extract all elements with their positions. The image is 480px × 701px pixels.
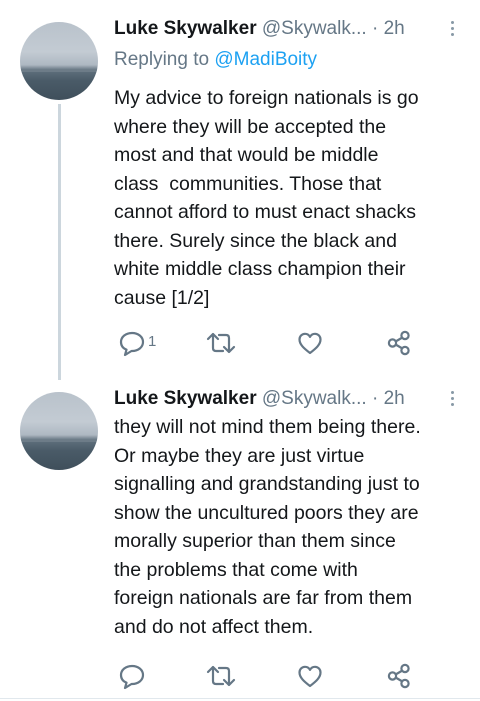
tweet-text-line: Or maybe they are just virtue xyxy=(114,444,365,467)
speech-bubble-icon xyxy=(119,664,145,690)
heart-outline-icon xyxy=(298,665,322,688)
avatar[interactable] xyxy=(20,392,98,470)
tweet[interactable]: Luke Skywalker @Skywalk... · 2h Replying… xyxy=(0,0,480,380)
tweet-text-line: and do not affect them. xyxy=(114,615,314,638)
retweet-button[interactable] xyxy=(204,661,238,691)
mention-link[interactable]: @MadiBoity xyxy=(214,49,317,70)
vertical-dots-icon[interactable] xyxy=(444,18,460,40)
tweet-text-line: there. Surely since the black and xyxy=(114,229,397,252)
tweet-text: they will not mind them being there. Or … xyxy=(114,413,470,641)
tweet-actions: 1 xyxy=(114,328,434,358)
reply-button[interactable]: 1 xyxy=(118,328,156,358)
tweet-text-line: My advice to foreign nationals is go xyxy=(114,87,419,109)
display-name[interactable]: Luke Skywalker xyxy=(114,18,257,39)
heart-outline-icon xyxy=(298,332,322,355)
tweet-actions xyxy=(114,661,434,691)
tweet-divider xyxy=(0,698,480,699)
vertical-dots-icon[interactable] xyxy=(444,388,460,410)
speech-bubble-icon xyxy=(119,331,145,357)
tweet-text-line: signalling and grandstanding just to xyxy=(114,473,420,495)
tweet[interactable]: Luke Skywalker @Skywalk... · 2h they wil… xyxy=(0,380,480,701)
tweet-text-line: foreign nationals are far from them xyxy=(114,587,413,609)
display-name[interactable]: Luke Skywalker xyxy=(114,388,257,409)
reply-count: 1 xyxy=(148,333,157,350)
user-handle[interactable]: @Skywalk... xyxy=(262,18,367,39)
tweet-text-line: where they will be accepted the xyxy=(114,115,387,138)
separator-dot: · xyxy=(371,388,379,409)
retweet-arrows-icon xyxy=(206,332,236,354)
reply-button[interactable] xyxy=(118,661,146,691)
user-handle[interactable]: @Skywalk... xyxy=(262,388,367,409)
share-button[interactable] xyxy=(384,328,414,358)
tweet-text-line: class communities. Those that xyxy=(114,172,382,195)
retweet-button[interactable] xyxy=(204,328,238,358)
tweet-text-line: show the uncultured poors they are xyxy=(114,501,419,524)
separator-dot: · xyxy=(371,18,379,39)
share-button[interactable] xyxy=(384,661,414,691)
share-nodes-icon xyxy=(387,330,410,356)
tweet-text-line: the problems that come with xyxy=(114,558,358,581)
like-button[interactable] xyxy=(296,661,324,691)
retweet-arrows-icon xyxy=(206,665,236,687)
tweet-text-line: they will not mind them being there. xyxy=(114,416,421,438)
replying-to: Replying to @MadiBoity xyxy=(114,45,317,75)
share-nodes-icon xyxy=(387,663,410,689)
tweet-text-line: most and that would be middle xyxy=(114,144,379,166)
tweet-text-line: cannot afford to must enact shacks xyxy=(114,201,417,223)
timestamp[interactable]: 2h xyxy=(384,388,405,409)
tweet-text: My advice to foreign nationals is go whe… xyxy=(114,84,470,312)
tweet-header: Luke Skywalker @Skywalk... · 2h xyxy=(114,14,460,44)
tweet-header: Luke Skywalker @Skywalk... · 2h xyxy=(114,384,460,414)
replying-to-label: Replying to xyxy=(114,49,215,70)
avatar[interactable] xyxy=(20,22,98,100)
tweet-text-line: morally superior than them since xyxy=(114,530,396,552)
thread-connector-line xyxy=(58,104,61,380)
timestamp[interactable]: 2h xyxy=(384,18,405,39)
like-button[interactable] xyxy=(296,328,324,358)
tweet-text-line: white middle class champion their xyxy=(114,258,406,280)
tweet-text-line: cause [1/2] xyxy=(114,286,210,309)
